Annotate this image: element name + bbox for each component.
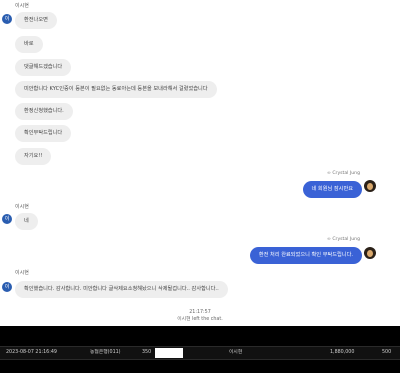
sender-name: 이시현	[15, 204, 29, 210]
transaction-row[interactable]: 2023-08-07 21:16:49 농협은행(011) 350 이시현 1,…	[0, 346, 400, 360]
message-bubble: 자기요!!	[15, 148, 52, 165]
transaction-datetime: 2023-08-07 21:16:49	[6, 350, 57, 355]
chat-panel: 이시현 이 환전나오면 바로 댓글해드겠습니다 미안합니다 KYC인증이 등본이…	[0, 0, 400, 326]
message-bubble: 댓글해드겠습니다	[15, 59, 72, 76]
transaction-fee: 500	[382, 350, 392, 355]
sender-avatar: 이	[2, 282, 12, 292]
redacted-account	[155, 348, 183, 358]
sender-avatar: 이	[2, 14, 12, 24]
system-timestamp: 21:17:57	[189, 310, 211, 315]
message-bubble: 환전나오면	[15, 12, 57, 29]
message-bubble: 환정신청했습니다.	[15, 103, 73, 120]
message-bubble: 확인했습니다. 감사합니다. 미안합니다 글삭제요소청해놨으니 삭제될겁니다..…	[15, 281, 228, 298]
sender-name: 이시현	[15, 270, 29, 276]
message-bubble: 확인부탁드립니다	[15, 125, 72, 142]
outgoing-sender: ∞ Crystal Jung	[327, 171, 360, 176]
message-bubble: 미안합니다 KYC인증이 등본이 필요없는 동료아는데 등본을 보내라해서 걸렸…	[15, 81, 217, 98]
outgoing-message-bubble: 네 회원님 잠시만요	[302, 181, 362, 198]
sender-name: 이시현	[15, 3, 29, 9]
transaction-footer: 2023-08-07 21:16:49 농협은행(011) 350 이시현 1,…	[0, 326, 400, 373]
transaction-bank: 농협은행(011)	[90, 350, 121, 355]
agent-avatar	[364, 247, 376, 259]
message-bubble: 네	[15, 213, 38, 230]
transaction-account: 350	[142, 350, 152, 355]
agent-avatar	[364, 180, 376, 192]
outgoing-sender: ∞ Crystal Jung	[327, 237, 360, 242]
message-bubble: 바로	[15, 36, 43, 53]
transaction-amount: 1,880,000	[330, 350, 355, 355]
sender-avatar: 이	[2, 214, 12, 224]
outgoing-message-bubble: 환전 처리 완료되었으니 확인 부탁드립니다.	[249, 247, 362, 264]
system-left-notice: 이시현 left the chat.	[177, 317, 223, 322]
transaction-name: 이시현	[229, 350, 243, 355]
